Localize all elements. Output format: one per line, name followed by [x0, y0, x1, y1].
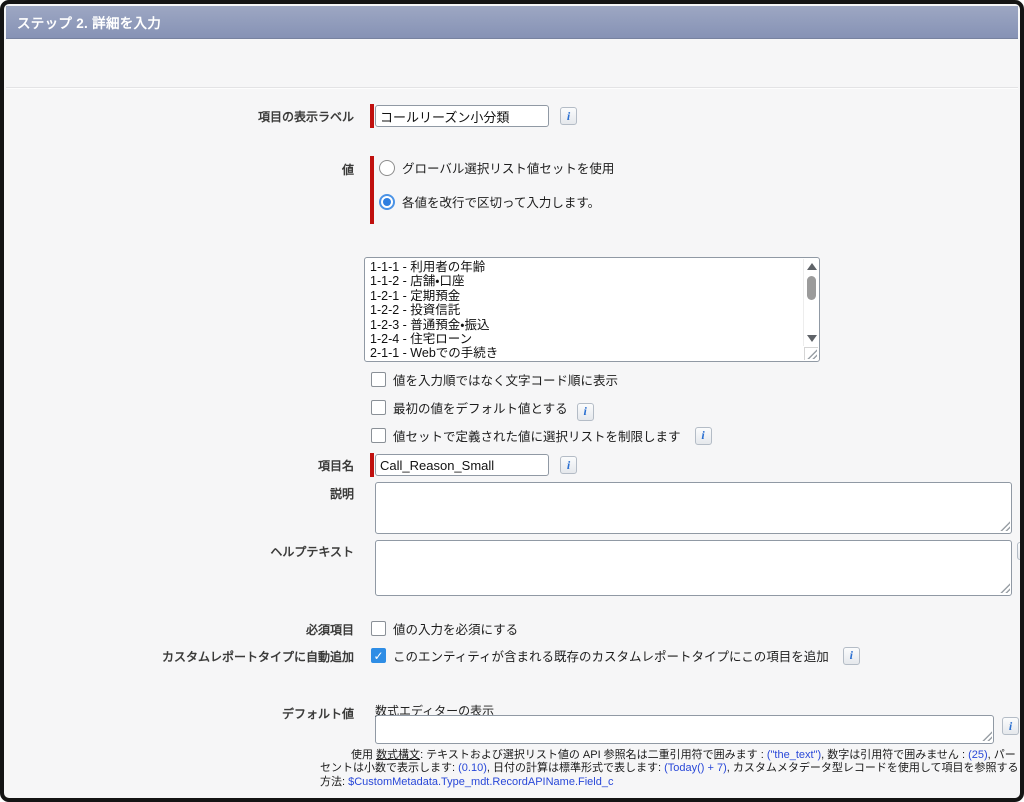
checkbox-first-default-label: 最初の値をデフォルト値とする	[393, 398, 568, 417]
checkbox-required-label: 値の入力を必須にする	[393, 619, 518, 638]
page-frame: ステップ 2. 詳細を入力 項目の表示ラベル i 値 グローバル選択リスト値セッ…	[0, 0, 1024, 802]
scrollbar-thumb[interactable]	[807, 276, 816, 300]
picklist-values-text: 1-1-1 - 利用者の年齢1-1-2 - 店舗・口座1-2-1 - 定期預金1…	[370, 260, 799, 361]
required-bar	[370, 156, 374, 224]
help-text-link[interactable]: (25)	[968, 749, 988, 761]
checkbox-required-row[interactable]: 値の入力を必須にする	[371, 619, 518, 638]
help-text-link[interactable]: (0.10)	[458, 762, 487, 774]
radio-global-picklist[interactable]: グローバル選択リスト値セットを使用	[379, 158, 614, 177]
section-header: ステップ 2. 詳細を入力	[6, 6, 1018, 39]
required-bar	[370, 104, 374, 128]
formula-help-text: 使用 数式構文: テキストおよび選択リスト値の API 参照名は二重引用符で囲み…	[320, 749, 1022, 789]
radio-unselected-icon[interactable]	[379, 160, 395, 176]
checkbox-unchecked-icon[interactable]	[371, 621, 386, 636]
default-value-label: デフォルト値	[114, 705, 354, 722]
report-type-label: カスタムレポートタイプに自動追加	[94, 648, 354, 665]
radio-enter-values[interactable]: 各値を改行で区切って入力します。	[379, 192, 600, 211]
value-section-label: 値	[114, 161, 354, 178]
info-icon[interactable]: i	[560, 107, 577, 125]
description-label: 説明	[114, 485, 354, 502]
page-title: ステップ 2. 詳細を入力	[6, 12, 161, 32]
info-icon[interactable]: i	[560, 456, 577, 474]
resize-grip-icon	[806, 348, 817, 359]
radio-enter-values-label: 各値を改行で区切って入力します。	[402, 192, 600, 211]
picklist-value-line: 1-2-1 - 定期預金	[370, 289, 799, 303]
default-value-input[interactable]	[375, 715, 994, 744]
picklist-value-line: 1-2-3 - 普通預金・振込	[370, 318, 799, 332]
checkbox-sort-row[interactable]: 値を入力順ではなく文字コード順に表示	[371, 370, 618, 389]
textarea-scrollbar[interactable]	[803, 259, 818, 346]
scroll-up-icon[interactable]	[807, 263, 817, 270]
picklist-values-textarea[interactable]: 1-1-1 - 利用者の年齢1-1-2 - 店舗・口座1-2-1 - 定期預金1…	[364, 257, 820, 362]
checkbox-unchecked-icon[interactable]	[371, 400, 386, 415]
info-icon[interactable]: i	[695, 427, 712, 445]
description-textarea[interactable]	[375, 482, 1012, 534]
help-text-segment: : テキストおよび選択リスト値の API 参照名は二重引用符で囲みます :	[420, 749, 767, 761]
help-text-segment: , 数字は引用符で囲みません :	[821, 749, 968, 761]
checkbox-restrict-label: 値セットで定義された値に選択リストを制限します	[393, 426, 681, 445]
picklist-value-line: 1-1-2 - 店舗・口座	[370, 274, 799, 288]
required-field-label: 必須項目	[114, 621, 354, 638]
info-icon[interactable]: i	[1002, 717, 1019, 735]
info-icon[interactable]: i	[577, 403, 594, 421]
info-icon[interactable]: i	[1017, 542, 1024, 560]
help-text-link[interactable]: ("the_text")	[767, 749, 821, 761]
resize-corner[interactable]	[804, 347, 818, 360]
help-text-segment: , 日付の計算は標準形式で表します:	[487, 762, 664, 774]
info-icon[interactable]: i	[843, 647, 860, 665]
picklist-value-line: 1-2-4 - 住宅ローン	[370, 332, 799, 346]
checkbox-first-default-row[interactable]: 最初の値をデフォルト値とする i	[371, 398, 594, 417]
checkbox-unchecked-icon[interactable]	[371, 428, 386, 443]
field-display-label: 項目の表示ラベル	[114, 108, 354, 125]
checkbox-checked-icon[interactable]: ✓	[371, 648, 386, 663]
field-name-input[interactable]	[375, 454, 549, 476]
required-bar	[370, 453, 374, 477]
checkbox-restrict-row[interactable]: 値セットで定義された値に選択リストを制限します i	[371, 426, 712, 445]
header-divider	[6, 87, 1018, 89]
radio-global-picklist-label: グローバル選択リスト値セットを使用	[402, 158, 614, 177]
picklist-value-line: 2-1-1 - Webでの手続き	[370, 346, 799, 360]
picklist-value-line: 1-2-2 - 投資信託	[370, 303, 799, 317]
help-text-link[interactable]: (Today() + 7)	[664, 762, 727, 774]
checkbox-report-type-label: このエンティティが含まれる既存のカスタムレポートタイプにこの項目を追加	[393, 646, 829, 665]
scroll-down-icon[interactable]	[807, 335, 817, 342]
field-name-label: 項目名	[114, 457, 354, 474]
help-text-textarea[interactable]	[375, 540, 1012, 596]
help-text-segment: 使用	[351, 749, 376, 761]
help-text-link[interactable]: $CustomMetadata.Type_mdt.RecordAPIName.F…	[348, 776, 613, 788]
picklist-value-line: 1-1-1 - 利用者の年齢	[370, 260, 799, 274]
checkbox-unchecked-icon[interactable]	[371, 372, 386, 387]
field-display-label-input[interactable]	[375, 105, 549, 127]
checkbox-report-type-row[interactable]: ✓ このエンティティが含まれる既存のカスタムレポートタイプにこの項目を追加 i	[371, 646, 860, 665]
help-text-label: ヘルプテキスト	[114, 543, 354, 560]
radio-selected-icon[interactable]	[379, 194, 395, 210]
help-text-link[interactable]: 数式構文	[376, 749, 420, 761]
checkbox-sort-label: 値を入力順ではなく文字コード順に表示	[393, 370, 618, 389]
